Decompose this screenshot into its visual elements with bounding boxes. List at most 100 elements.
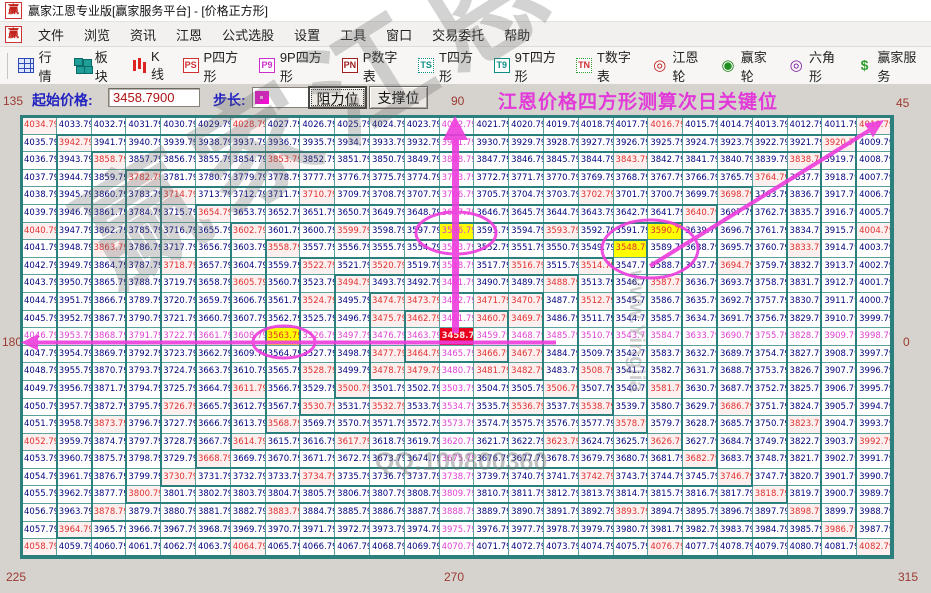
grid-cell: 3792.79 — [126, 346, 161, 364]
grid-cell: 3887.79 — [405, 504, 440, 522]
toolbar-item-江恩轮[interactable]: ◎江恩轮 — [652, 47, 708, 85]
grid-cell: 3762.79 — [753, 205, 788, 223]
price-grid: 4034.794033.794032.794031.794030.794029.… — [22, 117, 892, 557]
toolbar-item-P数字表[interactable]: PNP数字表 — [342, 47, 406, 85]
grid-cell: 3749.79 — [753, 434, 788, 452]
grid-cell: 3886.79 — [370, 504, 405, 522]
menu-item-江恩[interactable]: 江恩 — [166, 22, 212, 47]
grid-cell: 3924.79 — [683, 135, 718, 153]
page-title: 江恩价格四方形测算次日关键位 — [498, 87, 798, 114]
grid-cell: 3940.79 — [126, 135, 161, 153]
grid-cell: 4036.79 — [22, 152, 57, 170]
menu-item-公式选股[interactable]: 公式选股 — [212, 22, 284, 47]
grid-cell: 3478.79 — [370, 363, 405, 381]
grid-cell: 3738.79 — [440, 469, 475, 487]
menu-item-工具[interactable]: 工具 — [330, 22, 376, 47]
grid-cell: 3920.79 — [822, 135, 857, 153]
menu-item-文件[interactable]: 文件 — [28, 22, 74, 47]
grid-cell: 3517.79 — [474, 258, 509, 276]
grid-cell: 4017.79 — [614, 117, 649, 135]
grid-cell: 3997.79 — [857, 346, 892, 364]
grid-cell: 3710.79 — [300, 187, 335, 205]
grid-cell: 4013.79 — [753, 117, 788, 135]
grid-cell: 3553.79 — [440, 240, 475, 258]
toolbar-item-T四方形[interactable]: TST四方形 — [418, 47, 482, 85]
grid-cell: 3558.79 — [266, 240, 301, 258]
grid-cell: 3664.79 — [196, 381, 231, 399]
grid-cell: 3974.79 — [405, 522, 440, 540]
grid-cell: 3819.79 — [788, 486, 823, 504]
grid-cell: 3936.79 — [266, 135, 301, 153]
grid-cell: 3465.79 — [440, 346, 475, 364]
toolbar-item-赢家服务[interactable]: $赢家服务 — [857, 47, 925, 85]
grid-cell: 3883.79 — [266, 504, 301, 522]
toolbar-item-9P四方形[interactable]: P99P四方形 — [259, 47, 330, 85]
grid-cell: 3460.79 — [474, 311, 509, 329]
toolbar-item-K线[interactable]: K线 — [131, 49, 171, 83]
menu-item-帮助[interactable]: 帮助 — [494, 22, 540, 47]
menu-item-交易委托[interactable]: 交易委托 — [422, 22, 494, 47]
grid-cell: 3700.79 — [648, 187, 683, 205]
grid-cell: 3703.79 — [544, 187, 579, 205]
grid-cell: 3624.79 — [579, 434, 614, 452]
grid-cell: 3890.79 — [509, 504, 544, 522]
gann-square-grid: 4034.794033.794032.794031.794030.794029.… — [20, 115, 894, 559]
toolbar-item-T数字表[interactable]: TNT数字表 — [576, 47, 640, 85]
grid-cell: 3673.79 — [370, 451, 405, 469]
grid-cell: 3798.79 — [126, 451, 161, 469]
grid-cell: 3545.79 — [614, 293, 649, 311]
grid-cell: 3687.79 — [718, 381, 753, 399]
toolbar-item-六角形[interactable]: ◎六角形 — [788, 47, 844, 85]
grid-cell: 3843.79 — [614, 152, 649, 170]
support-button[interactable]: 支撑位 — [369, 86, 428, 109]
grid-cell: 3815.79 — [648, 486, 683, 504]
grid-cell: 3693.79 — [718, 275, 753, 293]
grid-cell: 3634.79 — [683, 311, 718, 329]
grid-cell: 3483.79 — [544, 363, 579, 381]
grid-cell: 3948.79 — [57, 240, 92, 258]
grid-cell: 3882.79 — [231, 504, 266, 522]
app-window: 赢 赢家江恩专业版[赢家服务平台] - [价格正方形] 赢 文件浏览资讯江恩公式… — [0, 0, 931, 593]
grid-cell: 4002.79 — [857, 258, 892, 276]
grid-cell: 3557.79 — [300, 240, 335, 258]
grid-cell: 3812.79 — [544, 486, 579, 504]
grid-cell: 4038.79 — [22, 187, 57, 205]
grid-cell: 4009.79 — [857, 135, 892, 153]
grid-cell: 3609.79 — [231, 346, 266, 364]
grid-cell: 3583.79 — [648, 346, 683, 364]
grid-cell: 3949.79 — [57, 258, 92, 276]
grid-cell: 3566.79 — [266, 381, 301, 399]
menu-item-设置[interactable]: 设置 — [284, 22, 330, 47]
resistance-button[interactable]: 阻力位 — [308, 86, 367, 109]
grid-cell: 3487.79 — [544, 293, 579, 311]
grid-cell: 3768.79 — [614, 170, 649, 188]
toolbar-item-赢家轮[interactable]: ◉赢家轮 — [720, 47, 776, 85]
toolbar-item-P四方形[interactable]: PSP四方形 — [183, 47, 247, 85]
grid-cell: 3649.79 — [370, 205, 405, 223]
toolbar-item-9T四方形[interactable]: T99T四方形 — [494, 47, 564, 85]
grid-cell: 3570.79 — [335, 416, 370, 434]
grid-cell: 3795.79 — [126, 399, 161, 417]
menu-item-资讯[interactable]: 资讯 — [120, 22, 166, 47]
grid-cell: 3864.79 — [92, 258, 127, 276]
grid-cell: 3573.79 — [440, 416, 475, 434]
grid-cell: 3961.79 — [57, 469, 92, 487]
grid-cell: 4019.79 — [544, 117, 579, 135]
grid-cell: 3653.79 — [231, 205, 266, 223]
grid-cell: 3821.79 — [788, 451, 823, 469]
grid-cell: 3496.79 — [335, 311, 370, 329]
grid-cell: 3470.79 — [509, 293, 544, 311]
grid-cell: 3613.79 — [231, 416, 266, 434]
grid-cell: 3536.79 — [509, 399, 544, 417]
grid-cell: 3575.79 — [509, 416, 544, 434]
grid-cell: 3813.79 — [579, 486, 614, 504]
toolbar-item-板块[interactable]: 板块 — [74, 47, 118, 85]
grid-cell: 4035.79 — [22, 135, 57, 153]
menu-item-窗口[interactable]: 窗口 — [376, 22, 422, 47]
grid-cell: 3852.79 — [300, 152, 335, 170]
menu-item-浏览[interactable]: 浏览 — [74, 22, 120, 47]
grid-cell: 3559.79 — [266, 258, 301, 276]
grid-cell: 3857.79 — [126, 152, 161, 170]
start-price-input[interactable]: 3458.7900 — [108, 88, 200, 107]
toolbar-item-行情[interactable]: 行情 — [18, 47, 62, 85]
